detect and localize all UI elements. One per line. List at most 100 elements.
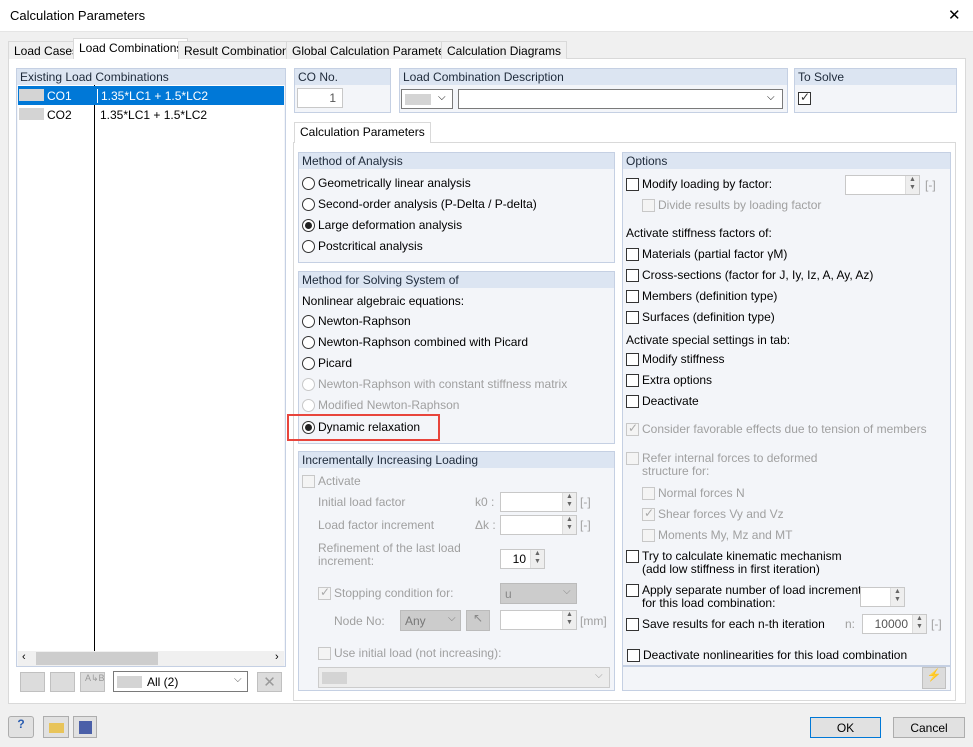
stopping-combo[interactable]: u ⌵ [500,583,577,604]
label: Surfaces (definition type) [642,310,775,324]
to-solve-checkbox[interactable] [798,90,811,105]
initial-load-factor-input[interactable]: ▲ ▼ [500,492,577,512]
use-initial-load-checkbox[interactable] [318,647,331,660]
spinner[interactable]: ▲ ▼ [890,588,904,606]
color-swatch [117,676,142,688]
list-row[interactable]: CO1 1.35*LC1 + 1.5*LC2 [18,86,284,105]
stopping-value-input[interactable]: ▲ ▼ [500,610,577,630]
tab-load-combinations[interactable]: Load Combinations [73,38,189,59]
moments-checkbox[interactable] [642,529,655,542]
extra-options-checkbox[interactable] [626,374,639,387]
lightning-settings-icon[interactable]: ⚡ [922,667,946,689]
deactivate-nonlinearities-checkbox[interactable] [627,649,640,662]
consider-tension-checkbox[interactable] [626,421,639,436]
members-checkbox[interactable] [626,290,639,303]
divide-results-checkbox[interactable] [642,199,655,212]
ok-button[interactable]: OK [810,717,881,738]
load-increments-input[interactable]: ▲ ▼ [860,587,905,607]
label: Picard [318,356,353,370]
horizontal-scrollbar[interactable]: ‹ › [18,651,284,666]
save-icon[interactable] [73,716,97,738]
tab-calculation-diagrams[interactable]: Calculation Diagrams [441,41,568,59]
unit: [-] [580,518,591,532]
radio-nr-picard[interactable] [302,336,315,349]
radio-newton-raphson[interactable] [302,315,315,328]
sublabel: Nonlinear algebraic equations: [302,294,465,308]
combination-list[interactable]: CO1 1.35*LC1 + 1.5*LC2 CO2 1.35*LC1 + 1.… [18,85,284,651]
normal-forces-checkbox[interactable] [642,487,655,500]
existing-combinations-group: Existing Load Combinations CO1 1.35*LC1 … [16,68,286,667]
new-combination-button[interactable] [20,672,45,692]
radio-linear[interactable] [302,177,315,190]
window-title: Calculation Parameters [10,8,146,23]
chevron-down-icon: ⌵ [438,92,446,103]
list-row[interactable]: CO2 1.35*LC1 + 1.5*LC2 [18,105,284,124]
node-combo[interactable]: Any ⌵ [400,610,461,631]
surfaces-checkbox[interactable] [626,311,639,324]
label: Newton-Raphson [318,314,411,328]
shear-forces-checkbox[interactable] [642,506,655,521]
kinematic-mechanism-checkbox[interactable] [626,550,639,563]
nth-iteration-input[interactable]: 10000 ▲ ▼ [862,614,927,634]
close-icon[interactable]: ✕ [948,6,961,24]
label: Materials (partial factor γM) [642,247,788,261]
label: Modify stiffness [642,352,725,366]
scroll-thumb[interactable] [36,652,158,665]
delete-button[interactable]: ✕ [257,672,282,692]
save-results-checkbox[interactable] [626,618,639,631]
tab-calculation-parameters[interactable]: Calculation Parameters [294,122,431,143]
spinner[interactable]: ▲ ▼ [905,176,919,194]
label: Moments My, Mz and MT [658,528,793,542]
modify-loading-checkbox[interactable] [626,178,639,191]
pick-node-icon[interactable]: ↖ [466,610,490,631]
spinner[interactable]: ▲ ▼ [912,615,926,633]
modify-stiffness-checkbox[interactable] [626,353,639,366]
spinner[interactable]: ▲ ▼ [562,493,576,511]
value: Any [405,614,426,628]
radio-postcritical[interactable] [302,240,315,253]
spinner[interactable]: ▲ ▼ [562,611,576,629]
renumber-button[interactable]: A↳B [80,672,105,692]
refinement-input[interactable]: 10 ▲ ▼ [500,549,545,569]
open-folder-icon[interactable] [43,716,69,738]
options-footer [622,666,951,691]
materials-checkbox[interactable] [626,248,639,261]
loading-factor-input[interactable]: ▲ ▼ [845,175,920,195]
description-color-combo[interactable]: ⌵ [401,89,453,109]
label: Consider favorable effects due to tensio… [642,422,927,436]
scroll-left-icon[interactable]: ‹ [22,651,26,663]
initial-load-combo[interactable]: ⌵ [318,667,610,688]
label: Newton-Raphson combined with Picard [318,335,529,349]
radio-large-deformation[interactable] [302,219,315,232]
radio-dynamic-relaxation[interactable] [302,421,315,434]
copy-combination-button[interactable] [50,672,75,692]
spinner[interactable]: ▲ ▼ [562,516,576,534]
help-icon[interactable]: ? [8,716,34,738]
cancel-button[interactable]: Cancel [893,717,965,738]
label: Deactivate [642,394,699,408]
label: Large deformation analysis [318,218,463,232]
filter-combo[interactable]: All (2) ⌵ [113,671,248,692]
scroll-right-icon[interactable]: › [275,651,279,663]
row-desc: 1.35*LC1 + 1.5*LC2 [97,89,208,103]
description-input[interactable]: ⌵ [458,89,783,109]
activate-checkbox[interactable] [302,475,315,488]
cross-sections-checkbox[interactable] [626,269,639,282]
label: Activate special settings in tab: [626,333,791,347]
stopping-checkbox[interactable] [318,585,331,600]
separate-increments-checkbox[interactable] [626,584,639,597]
spinner[interactable]: ▲ ▼ [530,550,544,568]
tab-global-calculation-parameters[interactable]: Global Calculation Parameters [286,41,461,59]
chevron-down-icon: ⌵ [448,613,456,624]
tab-result-combinations[interactable]: Result Combinations [178,41,301,59]
radio-second-order[interactable] [302,198,315,211]
load-factor-increment-input[interactable]: ▲ ▼ [500,515,577,535]
radio-picard[interactable] [302,357,315,370]
refer-internal-forces-checkbox[interactable] [626,452,639,465]
radio-modified-nr[interactable] [302,399,315,412]
label: Refinement of the last load increment: [318,541,461,568]
co-no-input[interactable]: 1 [297,88,343,108]
radio-nr-constant[interactable] [302,378,315,391]
deactivate-checkbox[interactable] [626,395,639,408]
label: (add low stiffness in first iteration) [642,562,820,576]
